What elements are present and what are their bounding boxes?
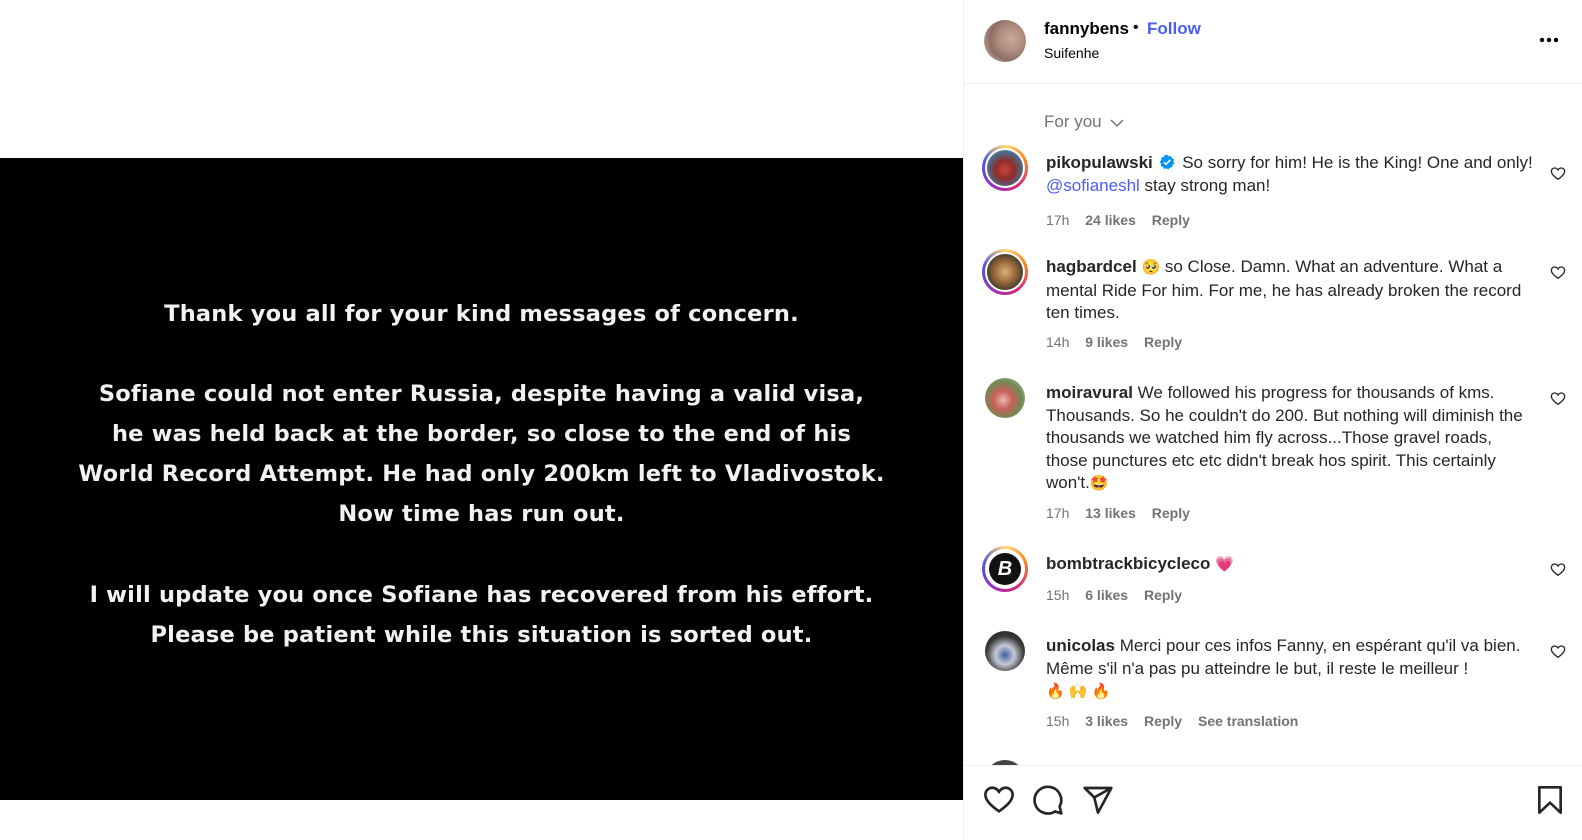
verified-badge-icon (1160, 154, 1175, 170)
post-side-panel: fannybens • Follow Suifenhe For you piko… (963, 0, 1582, 840)
follow-button[interactable]: Follow (1147, 19, 1201, 39)
comment-like-heart-icon[interactable] (1550, 391, 1566, 407)
comment-text: moiravural We followed his progress for … (1046, 382, 1536, 496)
heart-emoji: 💗 (1215, 556, 1234, 573)
chevron-down-icon (1110, 118, 1124, 127)
brand-logo: B (989, 553, 1021, 585)
post-action-bar (964, 765, 1582, 840)
comment-meta: 15h 6 likes Reply (1046, 587, 1194, 603)
reply-button[interactable]: Reply (1144, 334, 1182, 350)
comment-likes[interactable]: 24 likes (1085, 212, 1136, 228)
see-translation-button[interactable]: See translation (1198, 713, 1298, 729)
commenter-avatar[interactable] (982, 628, 1028, 674)
comment-text: pikopulawski So sorry for him! He is the… (1046, 152, 1536, 197)
reply-button[interactable]: Reply (1152, 212, 1190, 228)
reply-button[interactable]: Reply (1144, 587, 1182, 603)
comment-time[interactable]: 15h (1046, 587, 1069, 603)
image-text-line: World Record Attempt. He had only 200km … (78, 461, 885, 487)
post-header: fannybens • Follow Suifenhe (964, 0, 1582, 84)
comment-text: unicolas Merci pour ces infos Fanny, en … (1046, 635, 1536, 704)
comment-likes[interactable]: 3 likes (1085, 713, 1128, 729)
commenter-avatar[interactable] (982, 249, 1028, 295)
header-separator: • (1133, 19, 1139, 36)
comment-meta: 14h 9 likes Reply (1046, 334, 1194, 350)
comment-meta: 15h 3 likes Reply See translation (1046, 713, 1310, 729)
author-avatar[interactable] (984, 20, 1026, 62)
author-username[interactable]: fannybens (1044, 19, 1129, 39)
comment-like-heart-icon[interactable] (1550, 644, 1566, 660)
comment-username[interactable]: bombtrackbicycleco (1046, 554, 1210, 573)
comment-text-part: So sorry for him! He is the King! One an… (1182, 153, 1533, 172)
commenter-avatar[interactable]: B (982, 546, 1028, 592)
mention-link[interactable]: @sofianeshl (1046, 176, 1140, 195)
comment-time[interactable]: 17h (1046, 212, 1069, 228)
commenter-avatar[interactable] (982, 145, 1028, 191)
comment-text-part: stay strong man! (1144, 175, 1271, 195)
comments-list[interactable]: pikopulawski So sorry for him! He is the… (964, 140, 1582, 765)
image-text-line: I will update you once Sofiane has recov… (89, 582, 874, 608)
comment-text: bombtrackbicycleco 💗 (1046, 553, 1536, 577)
comment-like-heart-icon[interactable] (1550, 562, 1566, 578)
comment-likes[interactable]: 9 likes (1085, 334, 1128, 350)
comment-username[interactable]: moiravural (1046, 383, 1133, 402)
comment-text-part: Merci pour ces infos Fanny, en espérant … (1046, 636, 1521, 678)
post-image[interactable]: Thank you all for your kind messages of … (0, 158, 963, 800)
comment-username[interactable]: unicolas (1046, 636, 1115, 655)
comment-sort-dropdown[interactable]: For you (1044, 112, 1125, 132)
commenter-avatar[interactable] (982, 375, 1028, 421)
fire-hands-emoji: 🔥 🙌 🔥 (1046, 683, 1111, 700)
sort-label: For you (1044, 112, 1102, 131)
comment-text: hagbardcel 🥺 so Close. Damn. What an adv… (1046, 256, 1536, 325)
post-media-area: Thank you all for your kind messages of … (0, 0, 963, 840)
comment-username[interactable]: pikopulawski (1046, 153, 1153, 172)
more-horizontal-icon[interactable] (1532, 28, 1566, 52)
send-icon[interactable] (1082, 784, 1114, 816)
comment-meta: 17h 13 likes Reply (1046, 505, 1202, 521)
comment-like-heart-icon[interactable] (1550, 166, 1566, 182)
pleading-face-emoji: 🥺 (1141, 259, 1161, 276)
comment-icon[interactable] (1032, 784, 1064, 816)
image-text-line: Now time has run out. (338, 501, 625, 527)
reply-button[interactable]: Reply (1152, 505, 1190, 521)
star-struck-emoji: 🤩 (1089, 475, 1109, 492)
comment-time[interactable]: 15h (1046, 713, 1069, 729)
location-label[interactable]: Suifenhe (1044, 45, 1099, 61)
image-text-line: Thank you all for your kind messages of … (164, 301, 799, 327)
comment-meta: 17h 24 likes Reply (1046, 212, 1202, 228)
heart-icon[interactable] (983, 784, 1015, 816)
comment-like-heart-icon[interactable] (1550, 265, 1566, 281)
image-text-line: Sofiane could not enter Russia, despite … (98, 381, 865, 407)
comment-likes[interactable]: 6 likes (1085, 587, 1128, 603)
reply-button[interactable]: Reply (1144, 713, 1182, 729)
comment-time[interactable]: 17h (1046, 505, 1069, 521)
image-text-line: he was held back at the border, so close… (111, 421, 852, 447)
image-text-line: Please be patient while this situation i… (150, 622, 813, 648)
comment-likes[interactable]: 13 likes (1085, 505, 1136, 521)
bookmark-icon[interactable] (1534, 784, 1566, 816)
comment-username[interactable]: hagbardcel (1046, 257, 1137, 276)
comment-time[interactable]: 14h (1046, 334, 1069, 350)
